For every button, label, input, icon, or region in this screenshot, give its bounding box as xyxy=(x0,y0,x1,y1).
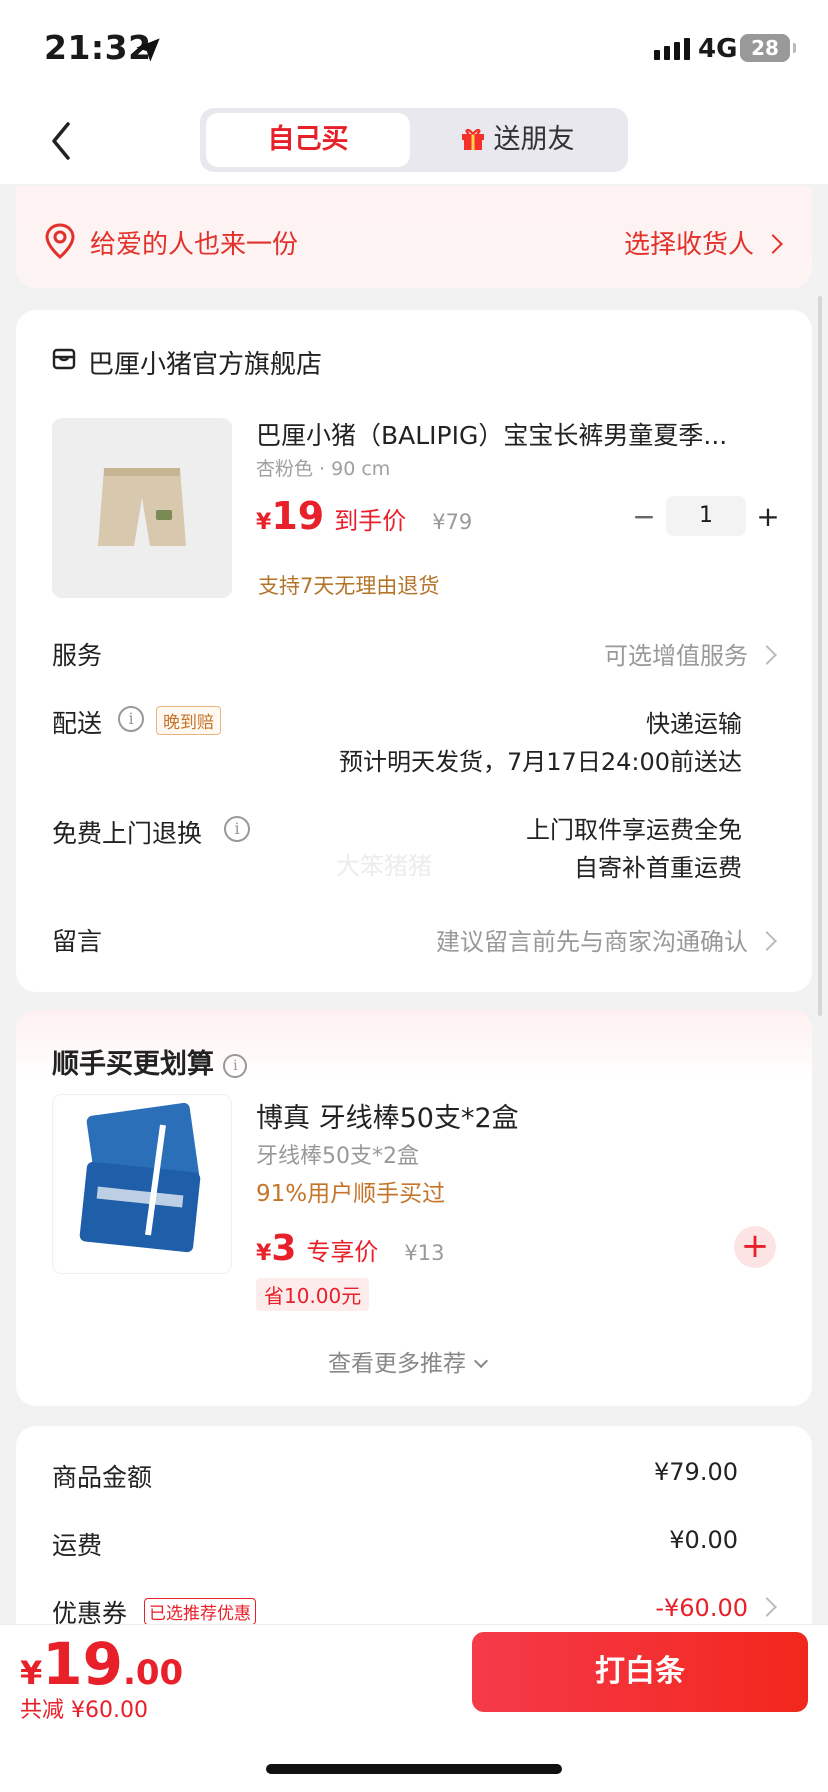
addon-product-name[interactable]: 博真 牙线棒50支*2盒 xyxy=(256,1096,519,1135)
addon-section-title: 顺手买更划算 i xyxy=(52,1042,248,1081)
late-compensation-tag: 晚到赔 xyxy=(156,706,221,735)
total-decimal: .00 xyxy=(122,1653,184,1693)
choose-recipient-label: 选择收货人 xyxy=(624,230,755,260)
store-name[interactable]: 巴厘小猪官方旗舰店 xyxy=(88,344,322,381)
service-selector[interactable]: 可选增值服务 xyxy=(604,636,777,671)
coupon-value: -¥60.00 xyxy=(655,1594,748,1622)
location-arrow-icon xyxy=(136,38,160,62)
cellular-signal-icon xyxy=(654,38,690,60)
goods-amount-label: 商品金额 xyxy=(52,1463,153,1492)
total-reduced: 共减 ¥60.00 xyxy=(20,1698,148,1723)
freight-label: 运费 xyxy=(52,1531,103,1560)
total-price: ¥ 19 .00 xyxy=(20,1630,183,1698)
addon-title-text: 顺手买更划算 xyxy=(52,1049,214,1080)
pay-with-baitiao-button[interactable]: 打白条 xyxy=(472,1632,808,1712)
floss-image xyxy=(79,1102,201,1253)
increase-quantity-button[interactable]: + xyxy=(746,500,790,533)
choose-recipient-link[interactable]: 选择收货人 xyxy=(624,224,783,261)
addon-price-label: 专享价 xyxy=(306,1238,379,1266)
final-price: 19 xyxy=(271,494,325,538)
tab-send-to-friend-label: 送朋友 xyxy=(493,124,575,155)
addon-bought-rate: 91%用户顺手买过 xyxy=(256,1181,446,1207)
chevron-right-icon xyxy=(757,645,777,665)
store-icon xyxy=(52,348,76,370)
info-icon[interactable]: i xyxy=(118,706,144,732)
product-price: ¥ 19 到手价 ¥79 xyxy=(256,494,472,538)
product-title[interactable]: 巴厘小猪（BALIPIG）宝宝长裤男童夏季... xyxy=(256,416,756,452)
back-arrow-icon[interactable] xyxy=(46,120,76,162)
return-policy-text: 支持7天无理由退货 xyxy=(258,574,440,598)
watermark: 大笨猪猪 xyxy=(336,852,432,880)
product-image[interactable] xyxy=(52,418,232,598)
addon-product-spec: 牙线棒50支*2盒 xyxy=(256,1144,419,1169)
home-indicator[interactable] xyxy=(266,1764,562,1774)
scrollbar[interactable] xyxy=(818,296,822,1016)
message-placeholder: 建议留言前先与商家沟通确认 xyxy=(436,928,748,956)
quantity-value[interactable]: 1 xyxy=(666,496,746,536)
yen-symbol: ¥ xyxy=(256,510,272,535)
product-spec[interactable]: 杏粉色 · 90 cm xyxy=(256,454,390,481)
yen-symbol: ¥ xyxy=(256,1241,272,1266)
gift-icon xyxy=(461,128,484,150)
quantity-stepper: − 1 + xyxy=(622,496,790,536)
chevron-right-icon xyxy=(757,1597,777,1617)
addon-product-image[interactable] xyxy=(52,1094,232,1274)
original-price: ¥79 xyxy=(432,510,473,534)
service-value: 可选增值服务 xyxy=(604,642,748,670)
shorts-image xyxy=(98,468,186,546)
chevron-right-icon xyxy=(763,234,783,254)
location-pin-icon xyxy=(45,223,75,259)
tab-buy-for-self[interactable]: 自己买 xyxy=(206,113,410,167)
delivery-method: 快递运输 xyxy=(646,710,742,738)
service-label: 服务 xyxy=(52,641,103,670)
pickup-line-2: 自寄补首重运费 xyxy=(574,854,742,882)
addon-price: ¥ 3 专享价 ¥13 xyxy=(256,1228,444,1269)
delivery-label: 配送 xyxy=(52,709,103,738)
addon-original-price: ¥13 xyxy=(404,1241,445,1265)
yen-symbol: ¥ xyxy=(20,1654,43,1692)
info-icon[interactable]: i xyxy=(223,1053,248,1078)
chevron-right-icon xyxy=(757,931,777,951)
decrease-quantity-button[interactable]: − xyxy=(622,500,666,533)
addon-final-price: 3 xyxy=(271,1228,297,1269)
recommended-coupon-tag: 已选推荐优惠 xyxy=(144,1598,256,1625)
message-label: 留言 xyxy=(52,927,103,956)
view-more-recommendations[interactable]: 查看更多推荐 xyxy=(328,1344,489,1378)
info-icon[interactable]: i xyxy=(224,816,250,842)
delivery-eta: 预计明天发货，7月17日24:00前送达 xyxy=(339,748,742,776)
network-type: 4G xyxy=(698,34,738,64)
chevron-down-icon xyxy=(473,1353,489,1369)
pickup-line-1: 上门取件享运费全免 xyxy=(526,816,742,844)
tab-send-to-friend[interactable]: 送朋友 xyxy=(412,113,622,167)
freight-value: ¥0.00 xyxy=(669,1526,738,1554)
add-addon-button[interactable]: + xyxy=(734,1226,776,1268)
coupon-selector[interactable]: -¥60.00 xyxy=(655,1594,777,1622)
addon-save-badge: 省10.00元 xyxy=(256,1278,370,1311)
final-price-label: 到手价 xyxy=(334,507,407,535)
goods-amount-value: ¥79.00 xyxy=(654,1458,738,1486)
total-integer: 19 xyxy=(42,1630,123,1698)
battery-icon: 28 xyxy=(740,34,796,62)
free-pickup-label: 免费上门退换 xyxy=(52,819,203,848)
gift-banner-text: 给爱的人也来一份 xyxy=(90,230,299,260)
view-more-label: 查看更多推荐 xyxy=(328,1351,466,1377)
message-input[interactable]: 建议留言前先与商家沟通确认 xyxy=(436,922,777,957)
